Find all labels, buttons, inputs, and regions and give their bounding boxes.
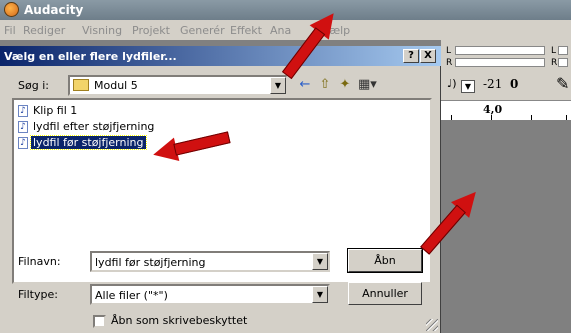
app-titlebar: Audacity	[0, 0, 571, 20]
ruler-tick	[566, 115, 567, 120]
filename-label: Filnavn:	[18, 255, 61, 268]
readonly-label: Åbn som skrivebeskyttet	[111, 314, 248, 327]
menu-effekt[interactable]: Effekt	[230, 24, 262, 37]
input-meter-left	[558, 46, 568, 55]
menu-visning[interactable]: Visning	[82, 24, 122, 37]
app-title: Audacity	[24, 3, 84, 17]
filetype-dropdown-button[interactable]: ▼	[312, 286, 328, 303]
input-meter-right	[558, 58, 568, 67]
output-meter-left	[455, 46, 545, 55]
new-folder-icon[interactable]: ✦	[336, 77, 354, 93]
close-button[interactable]: X	[420, 49, 436, 63]
lookin-label: Søg i:	[18, 79, 49, 92]
audacity-logo-icon	[4, 2, 19, 17]
view-menu-icon[interactable]: ▦▾	[358, 77, 377, 93]
open-file-dialog: Vælg en eller flere lydfiler... ? X Søg …	[0, 46, 441, 333]
ruler-tick	[451, 115, 452, 120]
meter2-left-label: L	[551, 46, 557, 56]
filetype-value: Alle filer ("*")	[95, 289, 168, 302]
menu-rediger[interactable]: Rediger	[23, 24, 65, 37]
filetype-combo[interactable]: Alle filer ("*") ▼	[90, 284, 330, 305]
resize-grip[interactable]	[426, 319, 438, 331]
ruler-tick	[531, 115, 532, 120]
lookin-value: Modul 5	[94, 79, 138, 92]
cancel-button[interactable]: Annuller	[348, 282, 422, 305]
file-name: Klip fil 1	[33, 104, 78, 117]
meter-left-label: L	[446, 46, 452, 56]
menu-analyser[interactable]: Ana	[270, 24, 291, 37]
app-menubar: Fil Rediger Visning Projekt Generér Effe…	[0, 20, 571, 40]
file-name: lydfil før støjfjerning	[30, 135, 147, 150]
audio-file-icon: ♪	[18, 137, 28, 149]
volume-level: -21 0	[483, 77, 519, 91]
meter2-right-label: R	[551, 58, 558, 68]
up-folder-icon[interactable]: ⇧	[316, 77, 334, 93]
speaker-icon: ♩)	[447, 77, 457, 90]
output-meter-right	[455, 58, 545, 67]
readonly-checkbox[interactable]	[93, 315, 106, 328]
volume-dropdown-button[interactable]: ▼	[461, 80, 475, 93]
meter-right-label: R	[446, 58, 453, 68]
menu-projekt[interactable]: Projekt	[132, 24, 170, 37]
menu-fil[interactable]: Fil	[4, 24, 16, 37]
menu-generer[interactable]: Generér	[180, 24, 225, 37]
ruler-tick	[491, 115, 492, 120]
open-button[interactable]: Åbn	[347, 248, 423, 273]
dialog-titlebar: Vælg en eller flere lydfiler... ? X	[0, 46, 441, 66]
folder-icon	[73, 79, 89, 91]
lookin-dropdown-button[interactable]: ▼	[270, 77, 286, 94]
filename-combo[interactable]: lydfil før støjfjerning ▼	[90, 251, 330, 272]
file-name: lydfil efter støjfjerning	[33, 120, 155, 133]
filename-value: lydfil før støjfjerning	[95, 256, 206, 269]
help-button[interactable]: ?	[403, 49, 419, 63]
audio-file-icon: ♪	[18, 105, 28, 117]
filetype-label: Filtype:	[18, 288, 58, 301]
meter-toolbar: L R L R ♩) ▼ -21 0 ✎	[441, 40, 571, 100]
timeline-ruler[interactable]: 4,0	[441, 100, 571, 120]
ruler-value: 4,0	[483, 103, 503, 116]
dialog-title: Vælg en eller flere lydfiler...	[4, 50, 177, 63]
filename-dropdown-button[interactable]: ▼	[312, 253, 328, 270]
audio-file-icon: ♪	[18, 121, 28, 133]
lookin-combo[interactable]: Modul 5 ▼	[68, 75, 288, 96]
microphone-icon: ✎	[556, 74, 570, 93]
